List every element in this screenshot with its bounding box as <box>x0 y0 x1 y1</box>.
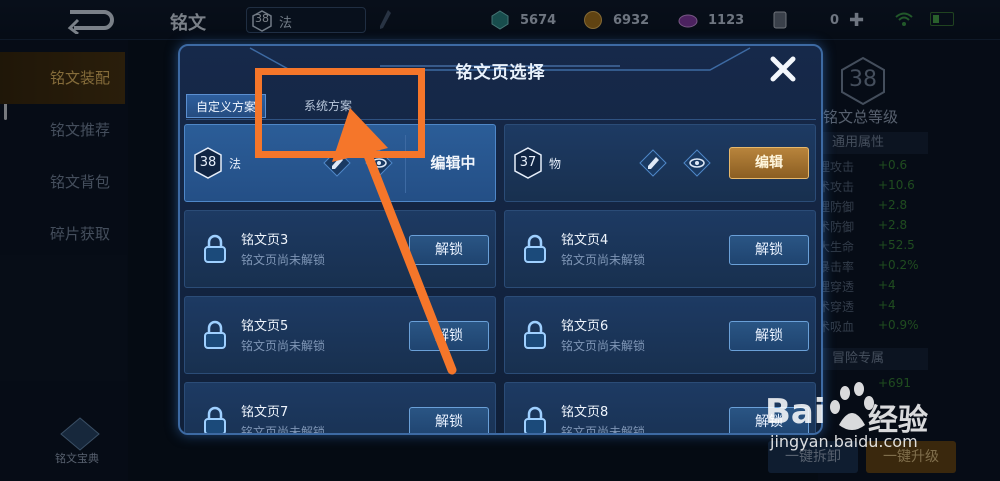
page-status: 铭文页尚未解锁 <box>561 425 646 435</box>
page-type: 物 <box>549 157 562 171</box>
lock-icon <box>204 234 226 263</box>
page-name: 铭文页3 <box>241 233 289 248</box>
rune-page-card-4: 铭文页4 铭文页尚未解锁 解锁 <box>504 210 816 288</box>
edit-button[interactable]: 编辑 <box>729 147 809 179</box>
watermark-url: jingyan.baidu.com <box>770 432 918 451</box>
page-status: 铭文页尚未解锁 <box>241 339 326 353</box>
rune-page-card-2[interactable]: 37 物 编辑 <box>504 124 816 202</box>
lock-icon <box>524 234 546 263</box>
tab-custom[interactable]: 自定义方案 <box>186 94 266 118</box>
close-icon[interactable] <box>768 54 798 84</box>
eye-icon[interactable] <box>683 149 711 177</box>
page-status: 铭文页尚未解锁 <box>561 339 646 353</box>
unlock-button[interactable]: 解锁 <box>729 321 809 351</box>
lock-icon <box>524 406 546 433</box>
svg-text:Bai: Bai <box>765 392 826 432</box>
page-name: 铭文页6 <box>561 319 609 334</box>
page-name: 铭文页7 <box>241 405 289 420</box>
lock-icon <box>524 320 546 349</box>
page-level: 37 <box>519 155 537 170</box>
pencil-icon[interactable] <box>639 149 667 177</box>
lock-icon <box>204 320 226 349</box>
page-name: 铭文页5 <box>241 319 289 334</box>
page-name: 铭文页4 <box>561 233 609 248</box>
page-status: 铭文页尚未解锁 <box>241 425 326 435</box>
unlock-button[interactable]: 解锁 <box>409 407 489 433</box>
page-type: 法 <box>229 157 242 171</box>
page-status: 铭文页尚未解锁 <box>241 253 326 267</box>
baidu-logo-icon: Bai <box>765 382 874 432</box>
rune-page-card-6: 铭文页6 铭文页尚未解锁 解锁 <box>504 296 816 374</box>
lock-icon <box>204 406 226 433</box>
page-name: 铭文页8 <box>561 405 609 420</box>
page-level: 38 <box>199 155 217 170</box>
annotation-arrow-icon <box>332 108 457 375</box>
page-status: 铭文页尚未解锁 <box>561 253 646 267</box>
unlock-button[interactable]: 解锁 <box>729 235 809 265</box>
